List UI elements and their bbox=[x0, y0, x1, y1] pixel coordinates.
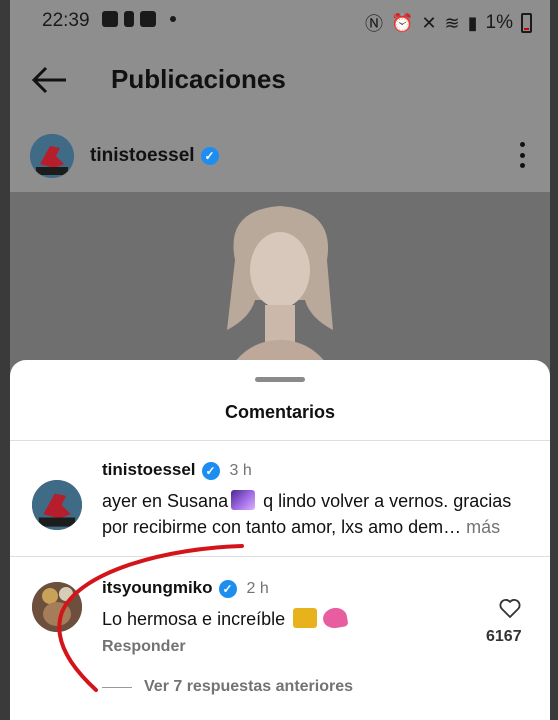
wifi-icon: ≋ bbox=[444, 12, 460, 33]
comment-text: ayer en Susana q lindo volver a vernos. … bbox=[102, 490, 512, 537]
comment-username[interactable]: tinistoessel ✓ 3 h bbox=[102, 460, 252, 480]
avatar[interactable] bbox=[30, 134, 74, 178]
reply-button[interactable]: Responder bbox=[102, 638, 186, 656]
drag-handle[interactable] bbox=[255, 377, 305, 382]
view-replies-button[interactable]: Ver 7 respuestas anteriores bbox=[102, 678, 353, 696]
avatar-image-icon bbox=[30, 134, 74, 178]
avatar-image-icon bbox=[32, 480, 82, 530]
signal-icon: ▮ bbox=[467, 12, 478, 33]
heart-arrow-emoji-icon bbox=[321, 606, 349, 630]
see-more-link[interactable]: más bbox=[466, 517, 500, 537]
post-username[interactable]: tinistoessel ✓ bbox=[90, 145, 219, 167]
more-options-icon[interactable] bbox=[518, 142, 526, 168]
heart-icon[interactable] bbox=[498, 596, 522, 620]
notification-icons bbox=[102, 11, 176, 27]
verified-badge-icon: ✓ bbox=[218, 579, 237, 598]
mute-icon: ✕ bbox=[421, 12, 437, 33]
avatar[interactable] bbox=[32, 480, 82, 530]
alarm-icon: ⏰ bbox=[391, 12, 414, 33]
status-bar: 22:39 Ⓝ ⏰ ✕ ≋ ▮ 1% bbox=[10, 0, 550, 44]
more-notifications-icon bbox=[170, 16, 176, 22]
alert-icon bbox=[124, 11, 134, 27]
system-icons: Ⓝ ⏰ ✕ ≋ ▮ 1% bbox=[365, 10, 532, 36]
divider bbox=[10, 556, 550, 557]
verified-badge-icon: ✓ bbox=[200, 146, 219, 165]
comment-text: Lo hermosa e increíble bbox=[102, 606, 350, 632]
crown-emoji-icon bbox=[293, 608, 318, 628]
comments-sheet: Comentarios tinistoessel ✓ 3 h ayer en Sus… bbox=[10, 360, 550, 720]
sheet-title: Comentarios bbox=[224, 402, 336, 422]
battery-percentage: 1% bbox=[485, 12, 513, 33]
like-count: 6167 bbox=[486, 628, 522, 645]
reply-line bbox=[102, 686, 132, 688]
status-time: 22:39 bbox=[42, 10, 90, 31]
galaxy-emoji-icon bbox=[231, 490, 256, 510]
post-header: tinistoessel ✓ bbox=[10, 128, 550, 188]
comment-username[interactable]: itsyoungmiko ✓ 2 h bbox=[102, 578, 269, 598]
verified-badge-icon: ✓ bbox=[201, 461, 220, 480]
divider bbox=[10, 440, 550, 441]
nfc-icon: Ⓝ bbox=[365, 14, 384, 34]
youtube-icon bbox=[140, 11, 156, 27]
arrow-left-icon[interactable] bbox=[30, 64, 70, 96]
avatar[interactable] bbox=[32, 582, 82, 632]
avatar-image-icon bbox=[32, 582, 82, 632]
phone-screen: 22:39 Ⓝ ⏰ ✕ ≋ ▮ 1% Publicaciones tinisto… bbox=[10, 0, 550, 720]
top-app-bar: Publicaciones bbox=[10, 48, 550, 112]
page-title: Publicaciones bbox=[111, 64, 286, 94]
battery-icon bbox=[521, 13, 532, 33]
youtube-icon bbox=[102, 11, 118, 27]
